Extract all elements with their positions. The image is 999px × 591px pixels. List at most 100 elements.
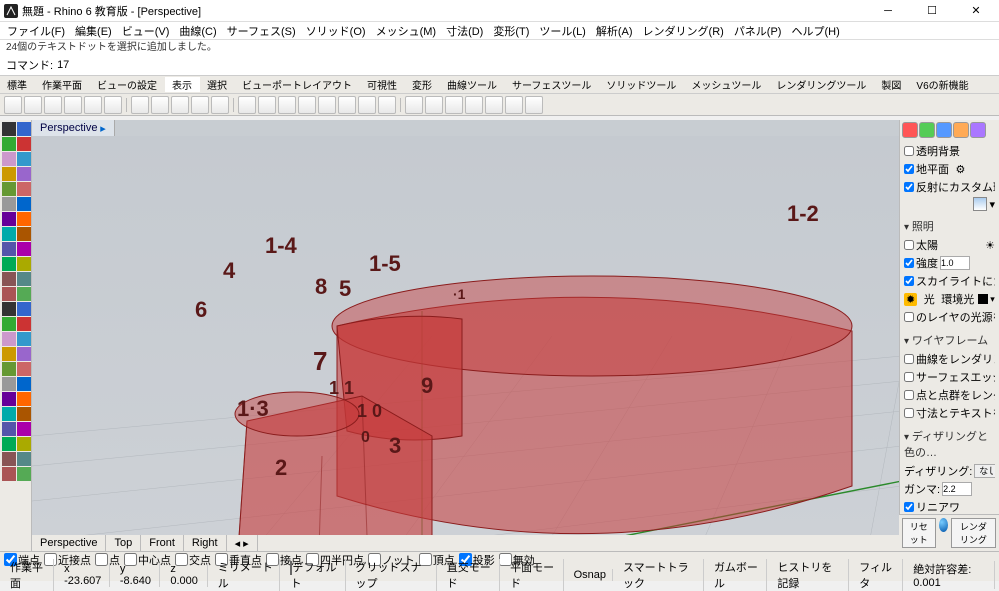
materials-tab-icon[interactable] (919, 122, 935, 138)
text-dot[interactable]: 1-5 (369, 251, 401, 277)
close-button[interactable]: ✕ (957, 1, 995, 21)
tool-icon[interactable] (17, 287, 31, 301)
menu-item[interactable]: 変形(T) (490, 23, 532, 39)
menu-item[interactable]: ヘルプ(H) (788, 23, 842, 39)
tool-icon[interactable] (17, 272, 31, 286)
menu-item[interactable]: ツール(L) (536, 23, 588, 39)
reset-button[interactable]: リセット (902, 518, 936, 548)
toolbar-tab[interactable]: レンダリングツール (769, 77, 874, 92)
tool-icon[interactable] (17, 197, 31, 211)
text-dot[interactable]: 3 (389, 433, 401, 459)
props-tab-icon[interactable] (970, 122, 986, 138)
tool-icon[interactable] (2, 422, 16, 436)
tool-icon[interactable] (2, 392, 16, 406)
tool-icon[interactable] (17, 122, 31, 136)
tool-icon[interactable] (17, 467, 31, 481)
tool-icon[interactable] (17, 362, 31, 376)
custom-reflect-checkbox[interactable] (904, 182, 914, 192)
toolbar-tab[interactable]: メッシュツール (684, 77, 769, 92)
tool-icon[interactable] (2, 332, 16, 346)
text-dot[interactable]: 7 (313, 346, 327, 377)
toolbar-icon[interactable] (131, 96, 149, 114)
skylight-intensity-checkbox[interactable] (904, 258, 914, 268)
tool-icon[interactable] (2, 452, 16, 466)
right-panel-tabs[interactable] (900, 120, 999, 140)
tool-icon[interactable] (17, 437, 31, 451)
render-dims-checkbox[interactable] (904, 408, 914, 418)
render-tab-icon[interactable] (902, 122, 918, 138)
toolbar-tab[interactable]: V6の新機能 (909, 77, 976, 92)
tool-icon[interactable] (17, 347, 31, 361)
toolbar-icon[interactable] (465, 96, 483, 114)
tool-icon[interactable] (17, 212, 31, 226)
command-line[interactable]: コマンド: (0, 55, 999, 76)
tool-icon[interactable] (2, 122, 16, 136)
minimize-button[interactable]: ─ (869, 1, 907, 21)
transparent-bg-checkbox[interactable] (904, 146, 914, 156)
tool-icon[interactable] (17, 182, 31, 196)
sun-icon[interactable]: ☀ (985, 239, 995, 252)
toolbar-icon[interactable] (24, 96, 42, 114)
toolbar-tab[interactable]: 標準 (0, 77, 35, 92)
text-dot[interactable]: 6 (195, 297, 207, 323)
toolbar-icon[interactable] (211, 96, 229, 114)
tool-icon[interactable] (17, 167, 31, 181)
menu-item[interactable]: ファイル(F) (4, 23, 68, 39)
tool-icon[interactable] (2, 167, 16, 181)
sun-checkbox[interactable] (904, 240, 914, 250)
text-dot[interactable]: 1-4 (265, 233, 297, 259)
toolbar-icon[interactable] (191, 96, 209, 114)
tool-icon[interactable] (2, 287, 16, 301)
viewport-tab[interactable]: Right (184, 535, 227, 551)
toolbar-icon[interactable] (104, 96, 122, 114)
toolbar-tab[interactable]: 製図 (874, 77, 909, 92)
env-dropdown-icon[interactable]: ▾ (989, 198, 995, 211)
toolbar-icon[interactable] (318, 96, 336, 114)
toolbar-tab[interactable]: 曲線ツール (440, 77, 505, 92)
toolbar-tab[interactable]: サーフェスツール (505, 77, 599, 92)
toolbar-icon[interactable] (405, 96, 423, 114)
status-toggle[interactable]: 直交モード (441, 559, 500, 591)
tool-icon[interactable] (17, 392, 31, 406)
render-button[interactable]: レンダリング (951, 518, 996, 548)
tool-icon[interactable] (17, 242, 31, 256)
menu-item[interactable]: ビュー(V) (119, 23, 173, 39)
toolbar-icon[interactable] (84, 96, 102, 114)
tool-icon[interactable] (17, 227, 31, 241)
menu-item[interactable]: 寸法(D) (443, 23, 486, 39)
toolbar-icon[interactable] (298, 96, 316, 114)
text-dot[interactable]: 2 (275, 455, 287, 481)
status-toggle[interactable]: 平面モード (504, 559, 563, 591)
tool-icon[interactable] (2, 362, 16, 376)
status-toggle[interactable]: グリッドスナップ (350, 559, 437, 591)
toolbar-tab[interactable]: ビューの設定 (90, 77, 165, 92)
viewport-tab-perspective[interactable]: Perspective ▸ (32, 120, 115, 136)
tool-icon[interactable] (2, 257, 16, 271)
toolbar-icon[interactable] (238, 96, 256, 114)
text-dot[interactable]: 1 0 (357, 401, 382, 422)
toolbar-icon[interactable] (485, 96, 503, 114)
tool-icon[interactable] (2, 197, 16, 211)
text-dot[interactable]: ·1 (453, 286, 465, 302)
tool-icon[interactable] (17, 422, 31, 436)
tool-icon[interactable] (17, 332, 31, 346)
render-surface-checkbox[interactable] (904, 372, 914, 382)
tool-icon[interactable] (17, 257, 31, 271)
status-units[interactable]: ミリメートル (212, 559, 281, 591)
layers-tab-icon[interactable] (936, 122, 952, 138)
env-color-swatch[interactable] (978, 294, 988, 304)
tool-icon[interactable] (2, 347, 16, 361)
toolbar-tab[interactable]: 表示 (165, 77, 200, 92)
menu-item[interactable]: レンダリング(R) (640, 23, 727, 39)
ground-plane-checkbox[interactable] (904, 164, 914, 174)
menu-item[interactable]: 解析(A) (593, 23, 636, 39)
text-dot[interactable]: 1 1 (329, 378, 354, 399)
tool-icon[interactable] (2, 377, 16, 391)
env-thumb-icon[interactable] (973, 197, 987, 211)
text-dot[interactable]: 9 (421, 373, 433, 399)
text-dot[interactable]: 4 (223, 258, 235, 284)
tool-icon[interactable] (2, 152, 16, 166)
toolbar-tab[interactable]: ビューポートレイアウト (235, 77, 360, 92)
dithering-select[interactable]: なし (974, 464, 995, 478)
toolbar-icon[interactable] (278, 96, 296, 114)
